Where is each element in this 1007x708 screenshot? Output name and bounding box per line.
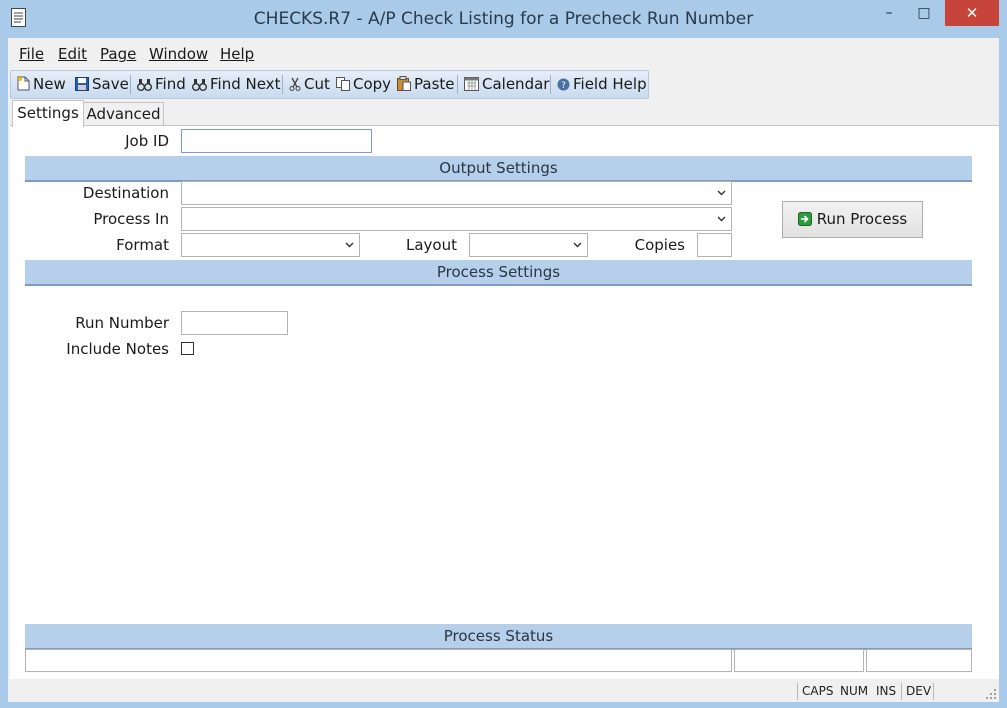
minimize-button[interactable]: –	[878, 0, 900, 26]
process-status-message	[25, 649, 732, 672]
find-next-icon	[192, 79, 207, 91]
new-document-icon	[17, 76, 30, 91]
include-notes-checkbox[interactable]	[181, 342, 194, 355]
layout-select[interactable]	[469, 233, 588, 257]
window-title: CHECKS.R7 - A/P Check Listing for a Prec…	[253, 9, 754, 29]
floppy-disk-icon	[75, 77, 89, 91]
process-status-progress	[734, 649, 864, 672]
calendar-icon	[464, 77, 479, 91]
status-separator	[797, 683, 798, 700]
resize-grip-icon[interactable]	[985, 688, 997, 700]
svg-text:?: ?	[561, 81, 566, 91]
status-separator	[901, 683, 902, 700]
destination-select[interactable]	[181, 181, 732, 205]
field-help-button[interactable]: ? Field Help	[557, 74, 647, 95]
green-arrow-icon	[797, 212, 812, 226]
caps-indicator: CAPS	[802, 684, 834, 698]
paste-button[interactable]: Paste	[397, 74, 455, 95]
chevron-down-icon	[345, 242, 354, 248]
destination-label: Destination	[82, 184, 169, 202]
save-button[interactable]: Save	[75, 74, 129, 95]
clipboard-paste-icon	[397, 76, 411, 91]
copy-button[interactable]: Copy	[336, 74, 391, 95]
maximize-button[interactable]: □	[913, 0, 935, 26]
paste-label: Paste	[414, 75, 455, 93]
output-settings-header: Output Settings	[25, 156, 972, 182]
num-indicator: NUM	[840, 684, 869, 698]
run-process-label: Run Process	[816, 210, 908, 228]
layout-label: Layout	[406, 236, 457, 254]
cut-label: Cut	[304, 75, 330, 93]
copies-input[interactable]	[697, 233, 732, 257]
toolbar-separator	[282, 75, 283, 94]
find-next-label: Find Next	[210, 75, 281, 93]
format-select[interactable]	[181, 233, 360, 257]
toolbar-separator	[130, 75, 131, 94]
process-in-select[interactable]	[181, 207, 732, 231]
format-label: Format	[116, 236, 169, 254]
chevron-down-icon	[717, 190, 726, 196]
toolbar: New Save Find Find Next Cut Copy Paste C…	[10, 70, 649, 99]
close-button[interactable]: ✕	[945, 0, 999, 26]
find-next-button[interactable]: Find Next	[192, 74, 280, 95]
dev-indicator: DEV	[906, 684, 932, 698]
copy-icon	[336, 77, 350, 91]
status-separator	[933, 683, 934, 700]
menu-bar: File Edit Page Window Help	[8, 41, 999, 66]
toolbar-separator	[457, 75, 458, 94]
save-label: Save	[92, 75, 129, 93]
binoculars-icon	[137, 79, 152, 91]
ins-indicator: INS	[876, 684, 897, 698]
process-status-count	[866, 649, 972, 672]
copy-label: Copy	[353, 75, 392, 93]
calendar-label: Calendar	[482, 75, 550, 93]
menu-window[interactable]: Window	[149, 45, 208, 63]
tab-advanced[interactable]: Advanced	[83, 102, 164, 125]
job-id-input[interactable]	[181, 129, 372, 153]
copies-label: Copies	[634, 236, 685, 254]
run-process-button[interactable]: Run Process	[782, 201, 923, 238]
menu-edit[interactable]: Edit	[58, 45, 87, 63]
chevron-down-icon	[717, 216, 726, 222]
new-button[interactable]: New	[17, 74, 66, 95]
cut-button[interactable]: Cut	[289, 74, 330, 95]
process-settings-header: Process Settings	[25, 260, 972, 286]
include-notes-label: Include Notes	[66, 340, 169, 358]
menu-page[interactable]: Page	[100, 45, 136, 63]
run-number-input[interactable]	[181, 311, 288, 335]
new-label: New	[33, 75, 66, 93]
find-label: Find	[155, 75, 186, 93]
field-help-label: Field Help	[573, 75, 647, 93]
scissors-icon	[289, 77, 301, 91]
menu-help[interactable]: Help	[220, 45, 254, 63]
menu-file[interactable]: File	[19, 45, 44, 63]
process-status-header: Process Status	[25, 624, 972, 650]
toolbar-separator	[550, 75, 551, 94]
find-button[interactable]: Find	[137, 74, 186, 95]
help-circle-icon: ?	[557, 78, 570, 91]
process-in-label: Process In	[93, 210, 169, 228]
chevron-down-icon	[573, 242, 582, 248]
job-id-label: Job ID	[125, 132, 169, 150]
run-number-label: Run Number	[75, 314, 169, 332]
calendar-button[interactable]: Calendar	[464, 74, 549, 95]
tab-settings[interactable]: Settings	[12, 100, 84, 127]
